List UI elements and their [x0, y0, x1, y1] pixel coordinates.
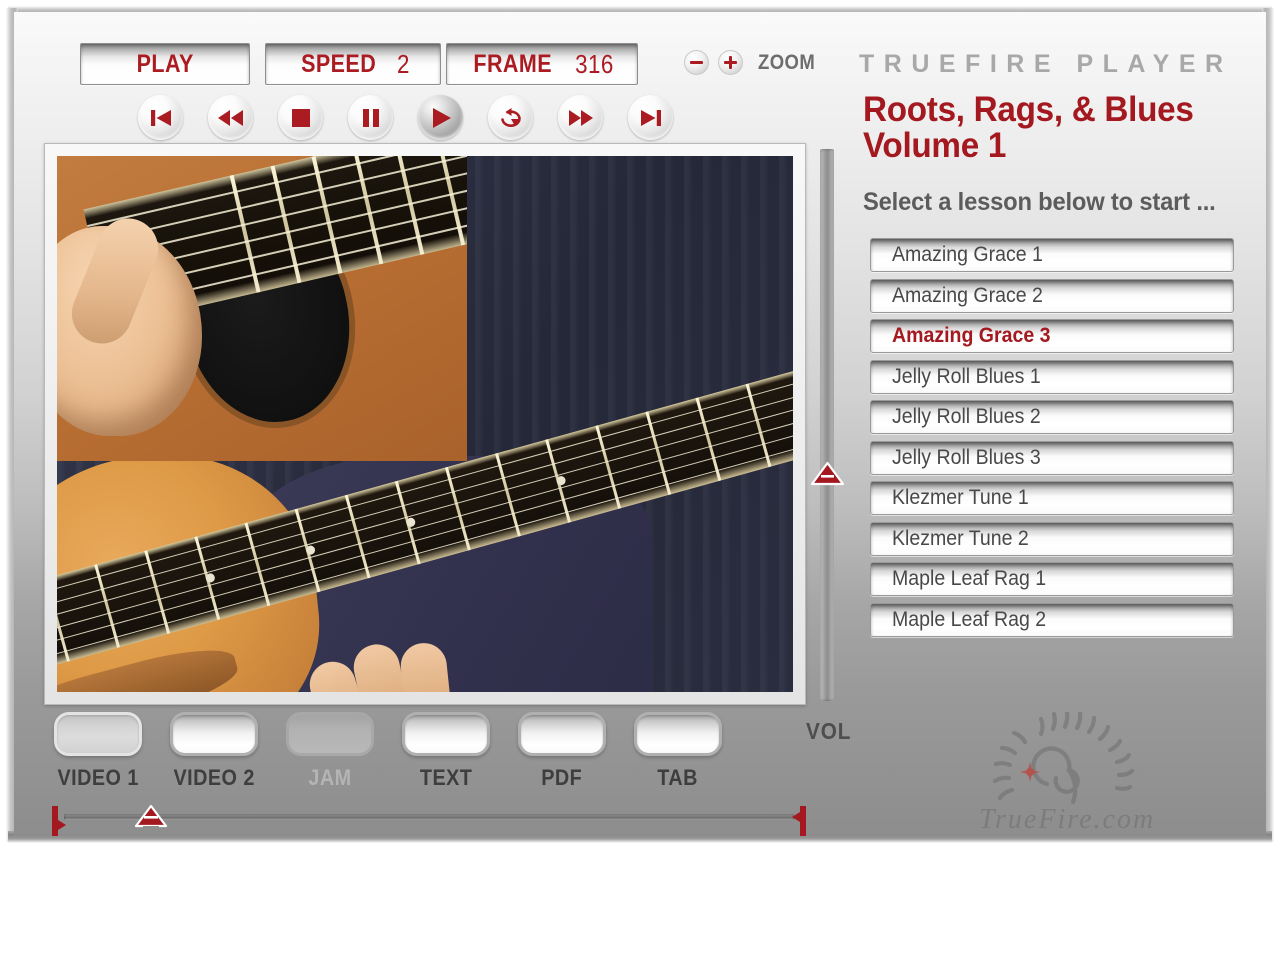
lesson-item-label: Maple Leaf Rag 1	[892, 567, 1047, 590]
transport-controls	[138, 95, 673, 140]
lesson-item-label: Klezmer Tune 1	[892, 486, 1029, 509]
logo-text: TrueFire.com	[979, 804, 1155, 835]
dock-tab-lamp-icon	[634, 712, 722, 756]
dock-tab-lamp-icon	[518, 712, 606, 756]
stop-icon	[291, 108, 311, 128]
media-type-tabs: VIDEO 1 VIDEO 2 JAM TEXT PDF TAB	[44, 712, 784, 804]
lesson-item[interactable]: Amazing Grace 3	[870, 319, 1234, 353]
lesson-item-label: Amazing Grace 1	[892, 243, 1043, 266]
dock-tab: JAM	[276, 712, 384, 804]
pause-button[interactable]	[348, 95, 393, 140]
lesson-item[interactable]: Maple Leaf Rag 1	[870, 562, 1234, 596]
volume-slider-track[interactable]	[820, 149, 834, 701]
app-brand-title: TRUEFIRE PLAYER	[859, 50, 1233, 78]
minus-icon	[690, 61, 703, 64]
lesson-list: Amazing Grace 1 Amazing Grace 2 Amazing Gr…	[870, 238, 1234, 637]
player-body: PLAY SPEED 2 FRAME 316 ZOOM VOL TRUEFIRE…	[14, 12, 1266, 836]
picture-in-picture-closeup	[57, 156, 467, 461]
lesson-item[interactable]: Maple Leaf Rag 2	[870, 602, 1234, 637]
lesson-item-label: Jelly Roll Blues 3	[892, 445, 1041, 469]
volume-slider-thumb[interactable]	[810, 461, 845, 487]
skip-to-end-button[interactable]	[628, 95, 673, 140]
course-title: Roots, Rags, & Blues Volume 1	[863, 90, 1243, 166]
zoom-controls: ZOOM	[684, 50, 823, 75]
dock-tab-label: TEXT	[419, 765, 473, 790]
dock-tab-lamp-icon	[402, 712, 490, 756]
plus-icon-vertical	[729, 56, 732, 69]
course-title-line2: Volume 1	[863, 126, 1007, 166]
frame-field[interactable]: FRAME 316	[446, 43, 638, 85]
frame-label: FRAME	[473, 49, 552, 78]
lesson-item[interactable]: Amazing Grace 1	[870, 238, 1234, 272]
lesson-item-label: Klezmer Tune 2	[892, 526, 1029, 550]
lesson-item-label: Jelly Roll Blues 1	[892, 364, 1041, 388]
rewind-button[interactable]	[208, 95, 253, 140]
lesson-item-label: Jelly Roll Blues 2	[892, 405, 1041, 428]
play-button[interactable]	[418, 95, 463, 140]
dock-tab-label: VIDEO 2	[173, 765, 255, 790]
loop-out-marker[interactable]	[792, 806, 806, 841]
dock-tab[interactable]: TAB	[624, 712, 732, 804]
pause-icon	[361, 108, 381, 128]
skip-to-start-button[interactable]	[138, 95, 183, 140]
play-icon	[430, 107, 452, 129]
lesson-item-label: Maple Leaf Rag 2	[892, 607, 1047, 631]
fast-forward-button[interactable]	[558, 95, 603, 140]
truefire-logo: TrueFire.com	[969, 709, 1169, 842]
course-title-line1: Roots, Rags, & Blues	[863, 90, 1194, 129]
course-subtitle: Select a lesson below to start ...	[863, 188, 1216, 216]
zoom-out-button[interactable]	[684, 50, 709, 75]
dock-tab-label: VIDEO 1	[57, 765, 139, 790]
loop-icon	[498, 106, 524, 130]
zoom-in-button[interactable]	[718, 50, 743, 75]
loop-button[interactable]	[488, 95, 533, 140]
dock-tab-label: PDF	[541, 765, 583, 790]
lesson-item[interactable]: Klezmer Tune 2	[870, 521, 1234, 556]
timeline-track[interactable]	[64, 814, 794, 820]
dock-tab-lamp-icon	[286, 712, 374, 756]
timeline-scrubber[interactable]	[44, 801, 814, 841]
frame-value: 316	[575, 48, 614, 79]
video-player-surface[interactable]	[57, 156, 793, 692]
loop-in-marker[interactable]	[52, 806, 66, 841]
lesson-item[interactable]: Klezmer Tune 1	[870, 481, 1234, 515]
lesson-item[interactable]: Jelly Roll Blues 3	[870, 440, 1234, 475]
speed-field[interactable]: SPEED 2	[265, 43, 441, 85]
fast-forward-icon	[568, 108, 594, 128]
dock-tab[interactable]: TEXT	[392, 712, 500, 804]
dock-tab[interactable]: PDF	[508, 712, 616, 804]
dock-tab-label: TAB	[657, 765, 699, 790]
timeline-playhead[interactable]	[134, 804, 168, 837]
play-status-field[interactable]: PLAY	[80, 43, 250, 85]
lesson-item[interactable]: Amazing Grace 2	[870, 278, 1234, 313]
truefire-player-window: PLAY SPEED 2 FRAME 316 ZOOM VOL TRUEFIRE…	[0, 0, 1280, 960]
play-status-label: PLAY	[136, 49, 194, 78]
lesson-item-label: Amazing Grace 2	[892, 283, 1043, 307]
skip-forward-icon	[639, 108, 663, 128]
dock-tab[interactable]: VIDEO 1	[44, 712, 152, 804]
skip-back-icon	[149, 108, 173, 128]
speed-label: SPEED	[300, 49, 377, 78]
dock-tab-label: JAM	[308, 765, 352, 790]
volume-label: VOL	[806, 718, 852, 744]
lesson-item[interactable]: Jelly Roll Blues 1	[870, 359, 1234, 394]
video-frame	[44, 143, 806, 705]
dock-tab[interactable]: VIDEO 2	[160, 712, 268, 804]
lesson-item-label: Amazing Grace 3	[892, 324, 1051, 347]
stop-button[interactable]	[278, 95, 323, 140]
lesson-item[interactable]: Jelly Roll Blues 2	[870, 400, 1234, 434]
speed-value: 2	[397, 48, 411, 79]
zoom-label: ZOOM	[758, 50, 816, 74]
rewind-icon	[217, 108, 244, 128]
dock-tab-lamp-icon	[54, 712, 142, 756]
dock-tab-lamp-icon	[170, 712, 258, 756]
